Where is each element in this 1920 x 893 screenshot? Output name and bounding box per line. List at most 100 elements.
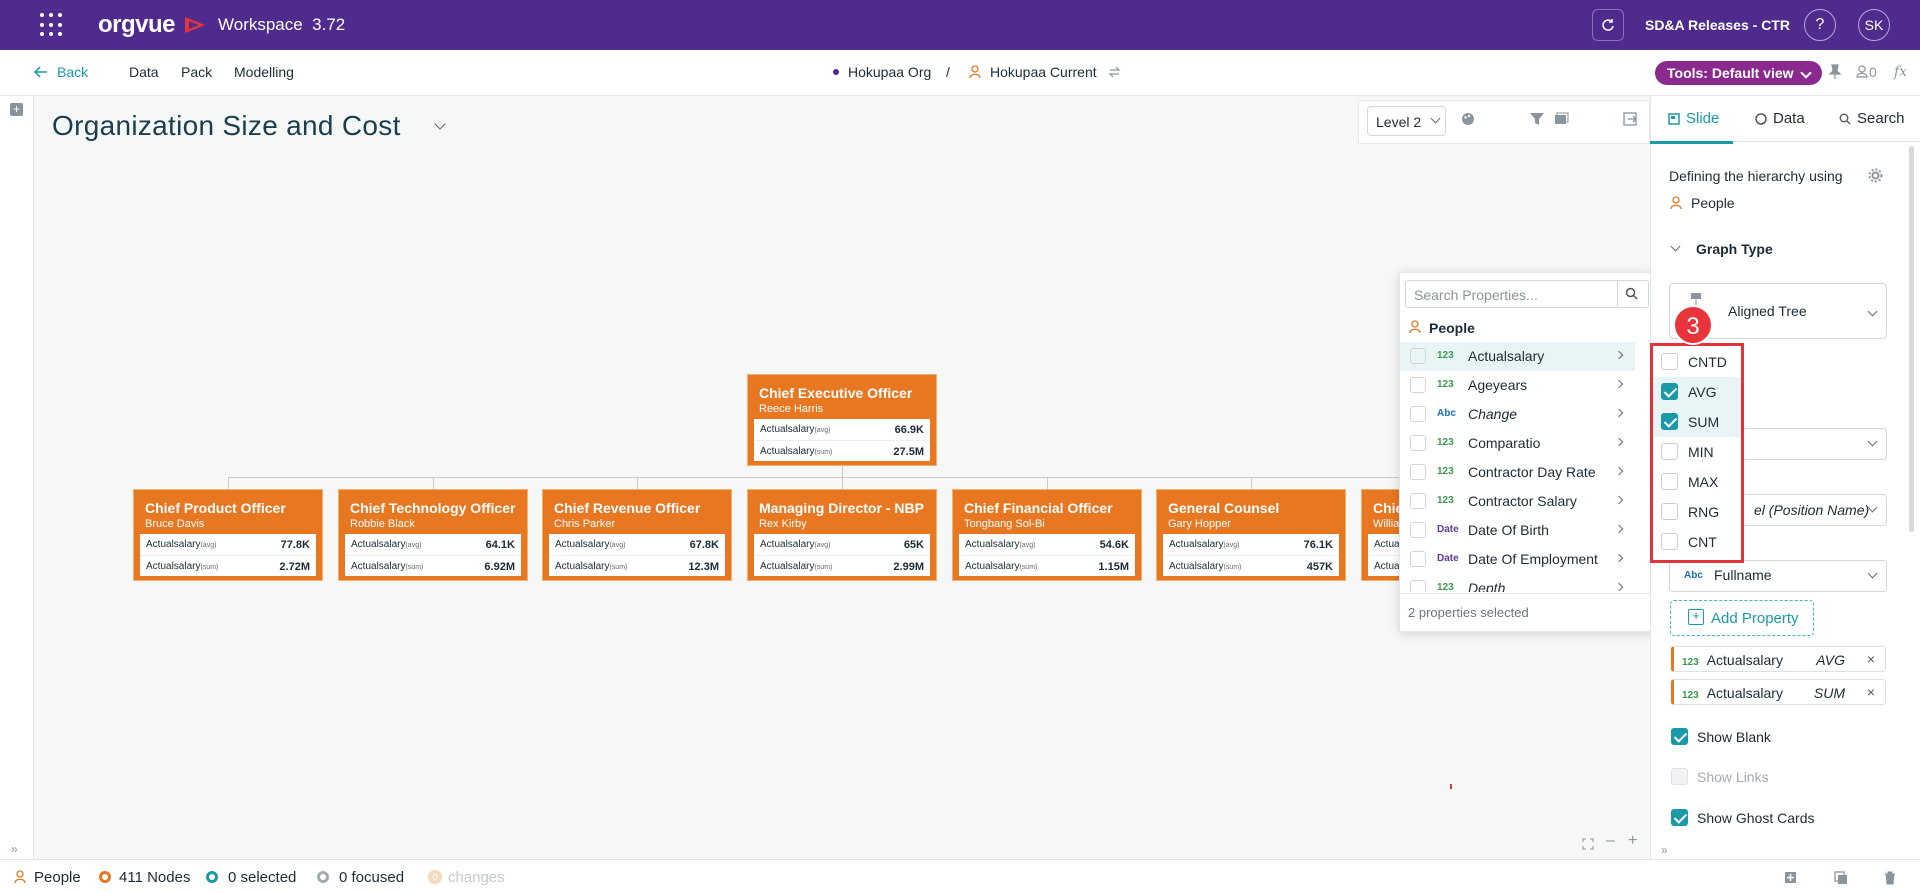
metric-row: Actualsalary(avg) 77.8K: [146, 539, 310, 551]
agg-option-min[interactable]: MIN: [1653, 437, 1741, 467]
metric-row: Actualsalary(sum) 12.3M: [549, 555, 725, 576]
agg-option-sum[interactable]: SUM: [1653, 407, 1741, 437]
refresh-button[interactable]: [1592, 9, 1624, 41]
tab-search[interactable]: Search: [1839, 110, 1905, 127]
zoom-in-icon[interactable]: +: [1628, 832, 1637, 850]
export-icon[interactable]: [1622, 111, 1638, 127]
expand-left-icon[interactable]: »: [11, 842, 18, 856]
property-label: Change: [1468, 406, 1518, 422]
property-checkbox[interactable]: [1410, 377, 1426, 393]
swap-icon[interactable]: [1108, 66, 1121, 78]
agg-checkbox[interactable]: [1661, 383, 1678, 400]
zoom-out-icon[interactable]: –: [1606, 832, 1615, 850]
panel-scrollbar[interactable]: [1909, 146, 1914, 532]
agg-checkbox[interactable]: [1661, 473, 1678, 490]
property-checkbox[interactable]: [1410, 551, 1426, 567]
property-item[interactable]: 123 Comparatio: [1400, 429, 1635, 458]
org-card[interactable]: Chief Financial Officer Tongbang Sol-Bi …: [953, 490, 1141, 580]
org-card[interactable]: Chief Technology Officer Robbie Black Ac…: [339, 490, 527, 580]
add-node-icon[interactable]: [1784, 871, 1797, 884]
property-checkbox[interactable]: [1410, 493, 1426, 509]
property-item[interactable]: 123 Contractor Day Rate: [1400, 458, 1635, 487]
status-changes[interactable]: changes: [448, 869, 505, 886]
property-item[interactable]: Date Date Of Employment: [1400, 545, 1635, 574]
help-button[interactable]: ?: [1804, 9, 1836, 41]
duplicate-icon[interactable]: [1834, 871, 1848, 885]
palette-icon[interactable]: [1460, 111, 1476, 127]
nav-data[interactable]: Data: [129, 64, 159, 80]
hierarchy-value[interactable]: People: [1691, 195, 1735, 211]
property-item[interactable]: Abc Change: [1400, 400, 1635, 429]
back-link[interactable]: Back: [57, 64, 88, 80]
breadcrumb-current[interactable]: Hokupaa Current: [990, 64, 1097, 80]
property-checkbox[interactable]: [1410, 580, 1426, 592]
app-launcher-icon[interactable]: [40, 13, 64, 37]
agg-checkbox[interactable]: [1661, 503, 1678, 520]
property-item[interactable]: 123 Ageyears: [1400, 371, 1635, 400]
show-ghost-checkbox[interactable]: [1671, 809, 1688, 826]
property-chip[interactable]: 123 Actualsalary SUM ×: [1671, 679, 1886, 705]
search-icon: [1839, 113, 1851, 124]
property-checkbox[interactable]: [1410, 435, 1426, 451]
org-card[interactable]: Managing Director - NBP Rex Kirby Actual…: [748, 490, 936, 580]
agg-checkbox[interactable]: [1661, 443, 1678, 460]
agg-option-cntd[interactable]: CNTD: [1653, 347, 1741, 377]
breadcrumb-separator: /: [946, 64, 950, 80]
agg-option-rng[interactable]: RNG: [1653, 497, 1741, 527]
fit-screen-icon[interactable]: [1582, 838, 1594, 850]
remove-icon[interactable]: ×: [1867, 684, 1875, 700]
gear-icon[interactable]: [1868, 168, 1883, 183]
agg-option-avg[interactable]: AVG: [1653, 377, 1741, 407]
pin-icon[interactable]: [1829, 64, 1841, 80]
connector-line: [842, 465, 843, 477]
formula-icon[interactable]: fx: [1894, 64, 1907, 80]
search-icon[interactable]: [1625, 287, 1638, 300]
status-selected[interactable]: 0 selected: [228, 869, 296, 886]
org-card-root[interactable]: Chief Executive Officer Reece Harris Act…: [748, 375, 936, 465]
property-item[interactable]: 123 Actualsalary: [1400, 342, 1635, 371]
nav-modelling[interactable]: Modelling: [234, 64, 294, 80]
property-checkbox[interactable]: [1410, 406, 1426, 422]
tab-data[interactable]: Data: [1755, 110, 1805, 127]
property-item[interactable]: 123 Depth: [1400, 574, 1635, 592]
metric-row: Actualsalary(avg) 66.9K: [760, 424, 924, 436]
property-item[interactable]: Date Date Of Birth: [1400, 516, 1635, 545]
agg-checkbox[interactable]: [1661, 413, 1678, 430]
status-nodes[interactable]: 411 Nodes: [119, 869, 190, 886]
nav-pack[interactable]: Pack: [181, 64, 212, 80]
status-people[interactable]: People: [34, 869, 81, 886]
trash-icon[interactable]: [1884, 871, 1896, 885]
show-blank-checkbox[interactable]: [1671, 728, 1688, 745]
remove-icon[interactable]: ×: [1867, 651, 1875, 667]
property-chip[interactable]: 123 Actualsalary AVG ×: [1671, 646, 1886, 672]
tab-slide[interactable]: Slide: [1668, 110, 1719, 127]
filter-icon[interactable]: [1529, 111, 1545, 127]
org-card[interactable]: General Counsel Gary Hopper Actualsalary…: [1157, 490, 1345, 580]
page-title[interactable]: Organization Size and Cost: [52, 110, 401, 142]
user-avatar[interactable]: SK: [1858, 9, 1890, 41]
property-checkbox[interactable]: [1410, 464, 1426, 480]
data-icon: [1755, 112, 1767, 125]
property-search-input[interactable]: Search Properties...: [1405, 280, 1649, 308]
agg-checkbox[interactable]: [1661, 353, 1678, 370]
breadcrumb-org[interactable]: Hokupaa Org: [848, 64, 931, 80]
property-item[interactable]: 123 Contractor Salary: [1400, 487, 1635, 516]
property-checkbox[interactable]: [1410, 522, 1426, 538]
connector-line: [842, 477, 843, 491]
card-metrics: Actualsalary(avg) 76.1K Actualsalary(sum)…: [1163, 534, 1339, 576]
status-focused[interactable]: 0 focused: [339, 869, 404, 886]
agg-option-cnt[interactable]: CNT: [1653, 527, 1741, 557]
type-badge: 123: [1437, 495, 1454, 506]
add-property-button[interactable]: Add Property: [1670, 600, 1814, 636]
active-tab-indicator: [1650, 141, 1733, 144]
agg-checkbox[interactable]: [1661, 533, 1678, 550]
expand-panel-icon[interactable]: »: [1661, 843, 1668, 857]
org-card[interactable]: Chief Revenue Officer Chris Parker Actua…: [543, 490, 731, 580]
add-icon[interactable]: +: [10, 103, 23, 116]
org-card[interactable]: Chief Product Officer Bruce Davis Actual…: [134, 490, 322, 580]
layers-icon[interactable]: [1553, 111, 1569, 127]
tools-view-dropdown[interactable]: Tools: Default view: [1655, 61, 1822, 85]
users-icon[interactable]: [1856, 65, 1868, 78]
agg-option-max[interactable]: MAX: [1653, 467, 1741, 497]
property-checkbox[interactable]: [1410, 348, 1426, 364]
